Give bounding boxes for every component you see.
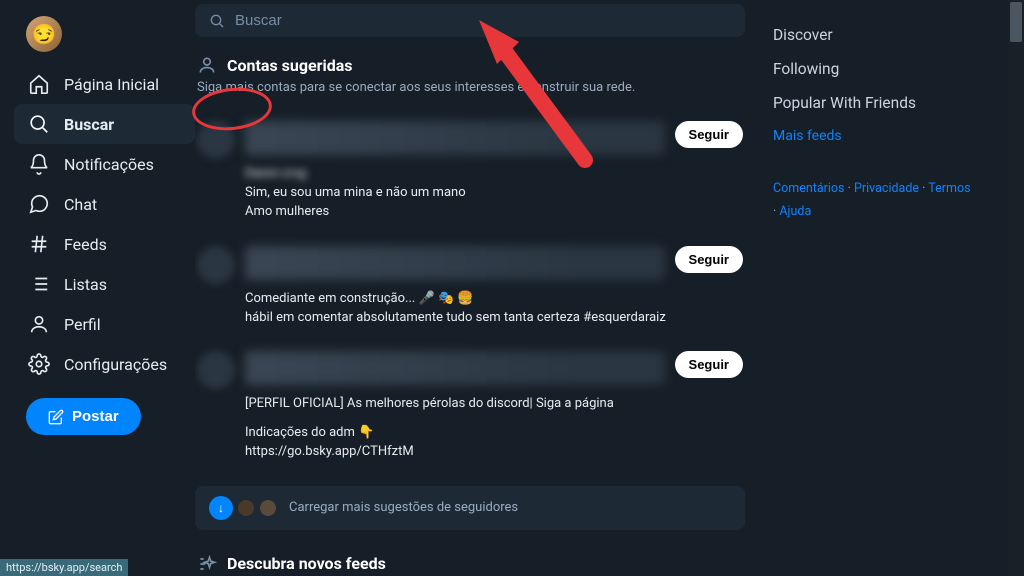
nav-lists[interactable]: Listas (14, 264, 195, 304)
discover-title: Descubra novos feeds (197, 554, 745, 574)
mini-avatar (259, 499, 277, 517)
nav-search[interactable]: Buscar (14, 104, 195, 144)
hash-icon (28, 233, 50, 255)
footer-comments[interactable]: Comentários (773, 181, 845, 196)
download-icon: ↓ (209, 496, 233, 520)
profile-avatar[interactable]: 😏 (26, 16, 62, 52)
follow-button[interactable]: Seguir (675, 351, 743, 378)
bio-line: Amo mulheres (245, 203, 743, 222)
user-icon (28, 313, 50, 335)
bio-line: Danni crvg (245, 166, 306, 181)
account-name-blurred (245, 351, 665, 385)
account-name-blurred (245, 246, 665, 280)
bio-line: https://go.bsky.app/CTHfztM (245, 443, 743, 462)
account-name-blurred (245, 121, 665, 155)
bio-line: Sim, eu sou uma mina e não um mano (245, 184, 743, 203)
footer-help[interactable]: Ajuda (779, 204, 811, 219)
bell-icon (28, 153, 50, 175)
status-bar-url: https://bsky.app/search (0, 559, 128, 576)
follow-button[interactable]: Seguir (675, 246, 743, 273)
bio-line: [PERFIL OFICIAL] As melhores pérolas do … (245, 395, 743, 414)
nav-label: Buscar (64, 115, 114, 134)
search-icon (28, 113, 50, 135)
chat-icon (28, 193, 50, 215)
gear-icon (28, 353, 50, 375)
search-input[interactable] (235, 12, 731, 29)
bio-line: hábil em comentar absolutamente tudo sem… (245, 309, 743, 328)
nav-chat[interactable]: Chat (14, 184, 195, 224)
nav-label: Feeds (64, 235, 107, 254)
nav-label: Listas (64, 275, 107, 294)
right-feed-following[interactable]: Following (773, 52, 975, 86)
search-box[interactable] (195, 4, 745, 37)
nav-notifications[interactable]: Notificações (14, 144, 195, 184)
load-more-suggestions[interactable]: ↓ Carregar mais sugestões de seguidores (195, 486, 745, 530)
footer-terms[interactable]: Termos (928, 181, 970, 196)
main-column: Contas sugeridas Siga mais contas para s… (195, 0, 755, 576)
list-icon (28, 273, 50, 295)
compose-post-button[interactable]: Postar (26, 398, 141, 435)
scrollbar-thumb[interactable] (1010, 2, 1022, 42)
right-sidebar: Discover Following Popular With Friends … (755, 0, 975, 576)
right-more-feeds[interactable]: Mais feeds (773, 120, 975, 152)
nav-label: Página Inicial (64, 75, 159, 94)
bio-line: Comediante em construção... 🎤 🎭 🍔 (245, 291, 474, 306)
scrollbar[interactable] (1008, 0, 1024, 576)
nav-profile[interactable]: Perfil (14, 304, 195, 344)
left-sidebar: 😏 Página Inicial Buscar Notificações Cha… (0, 0, 195, 576)
account-avatar[interactable] (197, 351, 235, 389)
load-more-label: Carregar mais sugestões de seguidores (289, 500, 518, 515)
search-icon (209, 13, 225, 29)
account-avatar[interactable] (197, 121, 235, 159)
suggested-account: Seguir Danni crvg Sim, eu sou uma mina e… (195, 111, 745, 236)
footer-links: Comentários · Privacidade · Termos · Aju… (773, 178, 975, 223)
footer-privacy[interactable]: Privacidade (854, 181, 919, 196)
nav-label: Chat (64, 195, 97, 214)
suggested-account: Seguir [PERFIL OFICIAL] As melhores péro… (195, 341, 745, 476)
right-feed-popular[interactable]: Popular With Friends (773, 86, 975, 120)
nav-settings[interactable]: Configurações (14, 344, 195, 384)
home-icon (28, 73, 50, 95)
right-feed-discover[interactable]: Discover (773, 18, 975, 52)
suggested-title: Contas sugeridas (197, 55, 745, 75)
nav-home[interactable]: Página Inicial (14, 64, 195, 104)
account-avatar[interactable] (197, 246, 235, 284)
bio-line: Indicações do adm 👇 (245, 424, 743, 443)
post-button-label: Postar (72, 408, 119, 425)
nav-label: Perfil (64, 315, 101, 334)
suggested-account: Seguir Comediante em construção... 🎤 🎭 🍔… (195, 236, 745, 342)
nav-label: Configurações (64, 355, 167, 374)
follow-button[interactable]: Seguir (675, 121, 743, 148)
nav-label: Notificações (64, 155, 154, 174)
suggested-subtitle: Siga mais contas para se conectar aos se… (197, 79, 745, 97)
nav-feeds[interactable]: Feeds (14, 224, 195, 264)
mini-avatar (237, 499, 255, 517)
